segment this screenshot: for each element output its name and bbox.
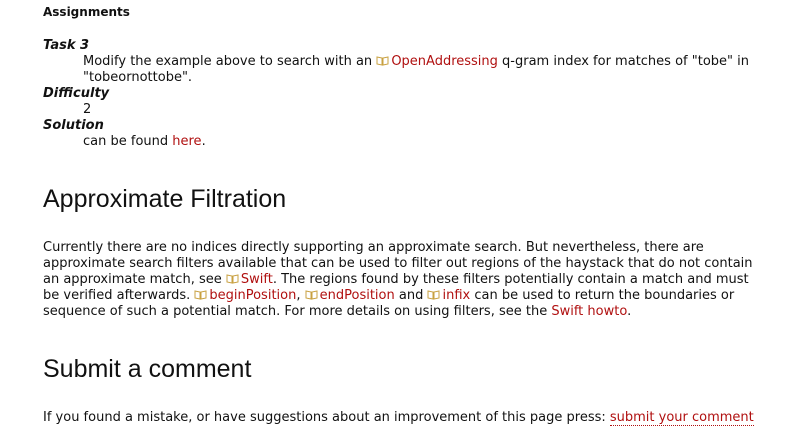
- approx-heading: Approximate Filtration: [43, 185, 287, 213]
- approx-line-5-after: .: [627, 304, 632, 319]
- comment-heading: Submit a comment: [43, 355, 252, 383]
- infix-link[interactable]: infix: [442, 288, 470, 303]
- open-book-icon: [305, 290, 318, 300]
- beginposition-link[interactable]: beginPosition: [209, 288, 296, 303]
- task-text-middle: q-gram index for matches of "tobe" in: [497, 54, 749, 69]
- solution-label: Solution: [43, 118, 104, 133]
- task-text-before: Modify the example above to search with …: [83, 54, 377, 69]
- swift-howto-link[interactable]: Swift howto: [551, 304, 627, 319]
- page: Assignments Task 3 Modify the example ab…: [0, 0, 805, 429]
- open-book-icon: [427, 290, 440, 300]
- comment-text: If you found a mistake, or have suggesti…: [43, 410, 610, 425]
- endposition-link[interactable]: endPosition: [320, 288, 395, 303]
- difficulty-label: Difficulty: [43, 86, 110, 101]
- open-book-icon: [194, 290, 207, 300]
- task-label: Task 3: [43, 38, 90, 53]
- task-text-line2: "tobeornottobe".: [83, 70, 193, 85]
- approx-line-3-after: . The regions found by these filters pot…: [272, 272, 749, 287]
- approx-paragraph: Currently there are no indices directly …: [43, 240, 788, 320]
- openaddressing-link[interactable]: OpenAddressing: [391, 54, 498, 69]
- solution-text-before: can be found: [83, 134, 173, 149]
- open-book-icon: [376, 56, 389, 66]
- solution-text-after: .: [201, 134, 206, 149]
- submit-comment-link[interactable]: submit your comment: [609, 410, 754, 426]
- approx-line-4-after: can be used to return the boundaries or: [470, 288, 735, 303]
- approx-line-4-before: be verified afterwards.: [43, 288, 195, 303]
- swift-link[interactable]: Swift: [241, 272, 273, 287]
- solution-text: can be found here.: [83, 134, 783, 150]
- approx-line-3-before: an approximate match, see: [43, 272, 226, 287]
- approx-line-2: approximate search filters available tha…: [43, 256, 753, 271]
- solution-here-link[interactable]: here: [172, 134, 201, 149]
- approx-sep-1: ,: [296, 288, 305, 303]
- task-description: Modify the example above to search with …: [83, 54, 783, 86]
- assignments-heading: Assignments: [43, 5, 130, 19]
- comment-paragraph: If you found a mistake, or have suggesti…: [43, 410, 803, 426]
- difficulty-value: 2: [83, 102, 92, 117]
- approx-line-1: Currently there are no indices directly …: [43, 240, 704, 255]
- open-book-icon: [226, 274, 239, 284]
- approx-line-5-before: sequence of such a potential match. For …: [43, 304, 552, 319]
- approx-sep-2: and: [394, 288, 428, 303]
